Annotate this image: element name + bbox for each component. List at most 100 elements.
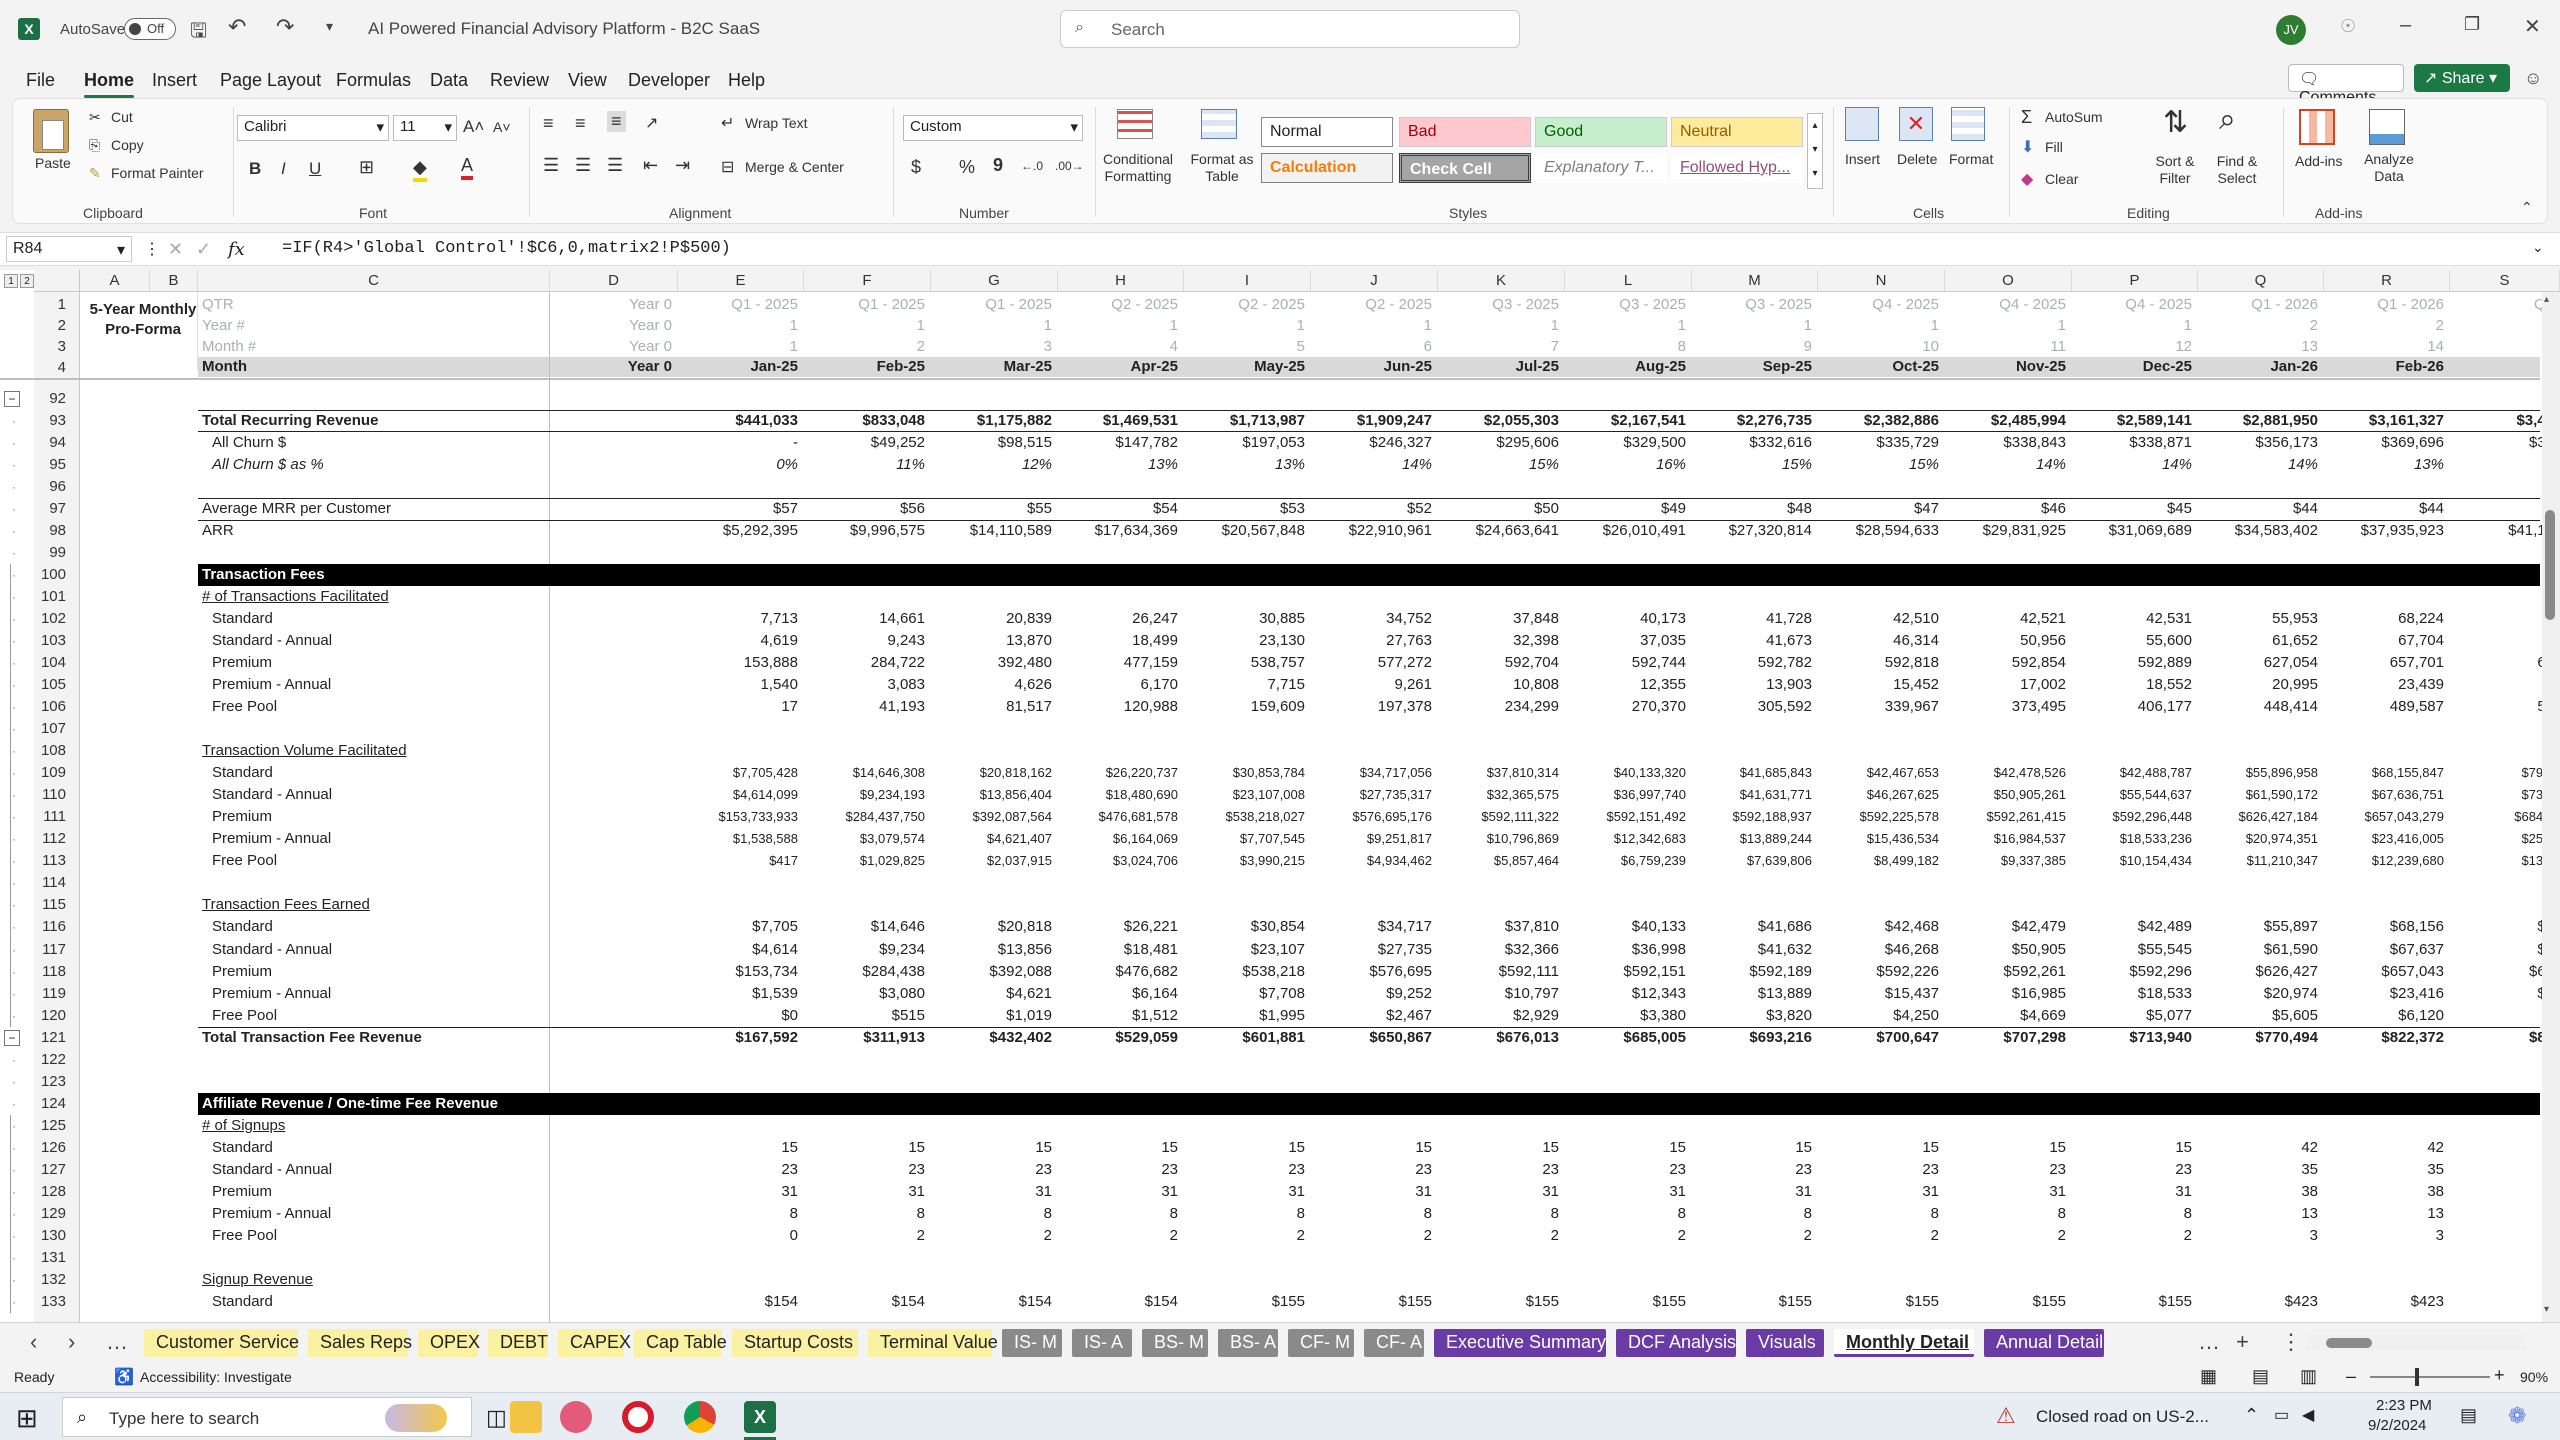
row-header[interactable]: 103 [34, 630, 72, 652]
data-cell[interactable]: 159,609 [1184, 696, 1305, 718]
data-cell[interactable]: $295,606 [1438, 432, 1559, 454]
data-cell[interactable]: $154 [678, 1291, 798, 1313]
data-cell[interactable]: 20,995 [2198, 674, 2318, 696]
data-cell[interactable]: 15% [1438, 454, 1559, 476]
column-header-d[interactable]: D [550, 270, 678, 292]
data-cell[interactable]: $676,013 [1438, 1027, 1559, 1049]
close-icon[interactable]: ✕ [2524, 14, 2541, 39]
data-cell[interactable]: 38 [2198, 1181, 2318, 1203]
data-cell[interactable]: 52 [2450, 696, 2554, 718]
data-cell[interactable]: 42 [2324, 1137, 2444, 1159]
clear-button[interactable]: Clear [2045, 171, 2078, 187]
data-cell[interactable]: 35 [2198, 1159, 2318, 1181]
data-cell[interactable]: $1,469,531 [1058, 410, 1178, 432]
data-cell[interactable]: $538,218 [1184, 961, 1305, 983]
menu-data[interactable]: Data [430, 70, 468, 91]
accessibility-icon[interactable]: ♿ [114, 1367, 134, 1387]
data-cell[interactable]: $18,533 [2072, 983, 2192, 1005]
volume-icon[interactable]: ◀ [2302, 1405, 2314, 1425]
data-cell[interactable]: $4,669 [1945, 1005, 2066, 1027]
sheet-tab[interactable]: Visuals [1746, 1329, 1824, 1357]
data-cell[interactable]: 15 [2072, 1137, 2192, 1159]
data-cell[interactable]: $3,080 [804, 983, 925, 1005]
excel-taskbar-icon[interactable]: X [744, 1401, 776, 1433]
data-cell[interactable]: 577,272 [1311, 652, 1432, 674]
data-cell[interactable]: $40,133 [1565, 916, 1686, 938]
merge-center-button[interactable]: Merge & Center [745, 159, 844, 175]
data-cell[interactable]: $833,048 [804, 410, 925, 432]
data-cell[interactable]: 38 [2324, 1181, 2444, 1203]
data-cell[interactable]: 8 [1818, 1203, 1939, 1225]
analyze-data-icon[interactable] [2369, 109, 2405, 145]
data-cell[interactable]: $356,173 [2198, 432, 2318, 454]
row-header[interactable]: 108 [34, 740, 72, 762]
data-cell[interactable]: 13% [1184, 454, 1305, 476]
lightbulb-icon[interactable]: ☉ [2340, 16, 2356, 37]
menu-insert[interactable]: Insert [152, 70, 197, 91]
data-cell[interactable]: $2,485,994 [1945, 410, 2066, 432]
row-header[interactable]: 133 [34, 1291, 72, 1313]
data-cell[interactable]: $50 [1438, 498, 1559, 520]
data-cell[interactable]: $18,533,236 [2072, 828, 2192, 850]
font-size-select[interactable]: 11 ▾ [393, 115, 457, 141]
sheet-tab[interactable]: CF- M [1288, 1329, 1354, 1357]
data-cell[interactable]: 40,173 [1565, 608, 1686, 630]
data-cell[interactable]: $34,583,402 [2198, 520, 2318, 542]
data-cell[interactable]: $67,637 [2324, 939, 2444, 961]
data-cell[interactable]: $441,033 [678, 410, 798, 432]
data-cell[interactable]: $155 [1692, 1291, 1812, 1313]
data-cell[interactable]: $2,167,541 [1565, 410, 1686, 432]
conditional-formatting-button[interactable]: Conditional Formatting [1095, 151, 1181, 185]
data-cell[interactable]: $41,632 [1692, 939, 1812, 961]
data-cell[interactable]: $6,164,069 [1058, 828, 1178, 850]
data-cell[interactable]: 15 [1311, 1137, 1432, 1159]
data-cell[interactable]: $332,616 [1692, 432, 1812, 454]
data-cell[interactable]: $12,342,683 [1565, 828, 1686, 850]
data-cell[interactable]: 15 [1692, 1137, 1812, 1159]
sort-filter-button[interactable]: Sort & Filter [2145, 153, 2205, 187]
data-cell[interactable]: $42,467,653 [1818, 762, 1939, 784]
row-header[interactable]: 109 [34, 762, 72, 784]
sigma-icon[interactable]: Σ [2021, 107, 2032, 128]
data-cell[interactable]: 32,398 [1438, 630, 1559, 652]
data-cell[interactable]: $27,320,814 [1692, 520, 1812, 542]
data-cell[interactable]: $10,797 [1438, 983, 1559, 1005]
row-header[interactable]: 120 [34, 1005, 72, 1027]
style-good[interactable]: Good [1535, 117, 1667, 147]
data-cell[interactable]: $30,854 [1184, 916, 1305, 938]
data-cell[interactable]: 26,247 [1058, 608, 1178, 630]
data-cell[interactable]: $36,997,740 [1565, 784, 1686, 806]
data-cell[interactable]: $693,216 [1692, 1027, 1812, 1049]
align-center-icon[interactable]: ☰ [575, 155, 591, 176]
row-header[interactable]: 93 [34, 410, 72, 432]
data-cell[interactable]: $20,818 [931, 916, 1052, 938]
row-header[interactable]: 124 [34, 1093, 72, 1115]
sheet-tab[interactable]: Sales Reps [308, 1329, 412, 1357]
data-cell[interactable]: 8 [1438, 1203, 1559, 1225]
row-header[interactable]: 3 [34, 336, 72, 358]
sheet-tab[interactable]: Monthly Detail [1834, 1329, 1974, 1357]
data-cell[interactable]: 8 [1565, 1203, 1686, 1225]
spreadsheet-grid[interactable]: 1 2 A B C D E F G H I J K L M N O P Q R S 1 QTR Year 0 2 Year # Ye… [0, 270, 2560, 1322]
data-cell[interactable]: $592,111 [1438, 961, 1559, 983]
accessibility-status[interactable]: Accessibility: Investigate [140, 1369, 292, 1385]
data-cell[interactable]: 15 [931, 1137, 1052, 1159]
data-cell[interactable]: $155 [1438, 1291, 1559, 1313]
menu-view[interactable]: View [568, 70, 607, 91]
data-cell[interactable]: 4,626 [931, 674, 1052, 696]
data-cell[interactable]: 14,661 [804, 608, 925, 630]
data-cell[interactable]: $154 [931, 1291, 1052, 1313]
data-cell[interactable]: $147,782 [1058, 432, 1178, 454]
data-cell[interactable]: $10,796,869 [1438, 828, 1559, 850]
coauthor-icon[interactable]: ☺ [2524, 68, 2542, 89]
row-header[interactable]: 111 [34, 806, 72, 828]
data-cell[interactable]: $713,940 [2072, 1027, 2192, 1049]
style-bad[interactable]: Bad [1399, 117, 1531, 147]
data-cell[interactable]: $53 [1184, 498, 1305, 520]
align-right-icon[interactable]: ☰ [607, 155, 623, 176]
data-cell[interactable]: $98,515 [931, 432, 1052, 454]
data-cell[interactable]: 8 [931, 1203, 1052, 1225]
data-cell[interactable]: $576,695,176 [1311, 806, 1432, 828]
data-cell[interactable]: 35 [2324, 1159, 2444, 1181]
vertical-scroll-thumb[interactable] [2545, 510, 2555, 620]
